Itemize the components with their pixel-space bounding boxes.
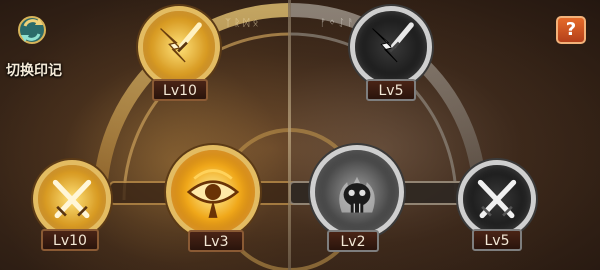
- right-right-level-label: Lv5: [472, 229, 522, 251]
- left-top-level-label: Lv10: [152, 79, 208, 101]
- right-right-mark-slot[interactable]: [458, 160, 536, 238]
- left-top-mark-slot[interactable]: [138, 6, 220, 88]
- left-left-level-label: Lv10: [41, 229, 99, 251]
- right-center-level-label: Lv2: [327, 230, 379, 252]
- right-top-mark-slot[interactable]: [350, 6, 432, 88]
- help-button[interactable]: ?: [556, 16, 586, 44]
- left-center-mark-slot[interactable]: [166, 145, 260, 239]
- left-left-mark-slot[interactable]: [33, 160, 111, 238]
- switch-mark-button[interactable]: 切换印记: [4, 8, 62, 80]
- svg-text:ᛉ ᚱ ᛞ ᛟ: ᛉ ᚱ ᛞ ᛟ: [225, 18, 259, 29]
- crossed-swords-icon: [477, 179, 517, 219]
- left-center-level-label: Lv3: [188, 230, 244, 252]
- svg-text:ᚠ ᛜ ᛇ ᚨ: ᚠ ᛜ ᛇ ᚨ: [320, 18, 354, 29]
- swap-arrows-icon: [18, 16, 46, 44]
- panel-divider: [288, 0, 291, 270]
- eye-emblem-icon: [186, 169, 240, 218]
- flame-skull-emblem-icon: [339, 176, 375, 213]
- right-top-level-label: Lv5: [366, 79, 416, 101]
- switch-mark-label: 切换印记: [6, 63, 62, 79]
- lightning-sword-icon: [372, 22, 414, 63]
- right-center-mark-slot[interactable]: [310, 145, 404, 239]
- crossed-swords-icon: [52, 179, 92, 219]
- lightning-sword-icon: [160, 22, 202, 63]
